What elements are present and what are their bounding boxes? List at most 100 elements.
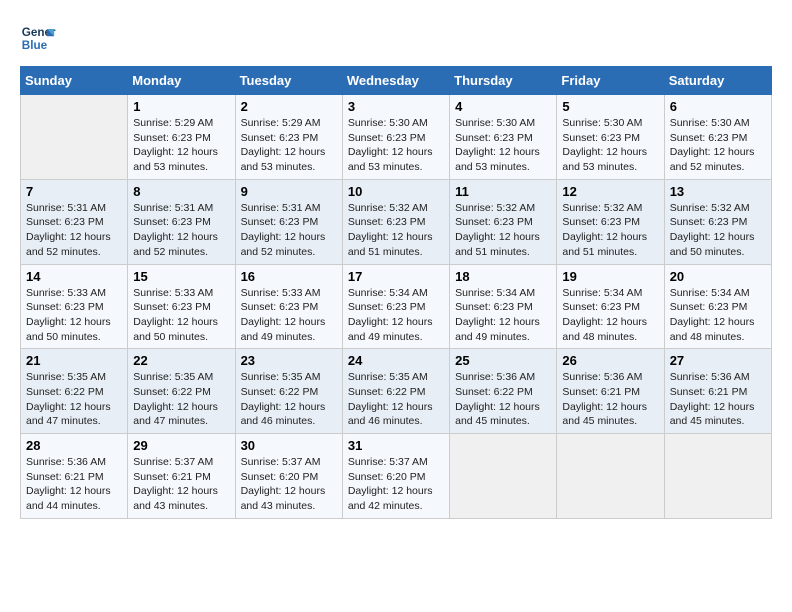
day-cell: 27 Sunrise: 5:36 AM Sunset: 6:21 PM Dayli…: [664, 349, 771, 434]
day-number: 24: [348, 353, 444, 368]
day-cell: 3Sunrise: 5:30 AM Sunset: 6:23 PM Daylig…: [342, 95, 449, 180]
day-cell: 21Sunrise: 5:35 AM Sunset: 6:22 PM Dayli…: [21, 349, 128, 434]
day-cell: 11 Sunrise: 5:32 AM Sunset: 6:23 PM Dayli…: [450, 179, 557, 264]
cell-info: Sunrise: 5:36 AM Sunset: 6:21 PM Dayligh…: [562, 370, 658, 429]
cell-info: Sunrise: 5:34 AM Sunset: 6:23 PM Dayligh…: [562, 286, 658, 345]
cell-info: Sunrise: 5:37 AM Sunset: 6:20 PM Dayligh…: [241, 455, 337, 514]
day-number: 2: [241, 99, 337, 114]
week-row-3: 14 Sunrise: 5:33 AM Sunset: 6:23 PM Dayli…: [21, 264, 772, 349]
day-number: 30: [241, 438, 337, 453]
cell-info: Sunrise: 5:35 AM Sunset: 6:22 PM Dayligh…: [348, 370, 444, 429]
cell-info: Sunrise: 5:32 AM Sunset: 6:23 PM Dayligh…: [455, 201, 551, 260]
day-number: 8: [133, 184, 229, 199]
day-number: 25: [455, 353, 551, 368]
cell-info: Sunrise: 5:33 AM Sunset: 6:23 PM Dayligh…: [133, 286, 229, 345]
cell-info: Sunrise: 5:30 AM Sunset: 6:23 PM Dayligh…: [348, 116, 444, 175]
day-cell: 15 Sunrise: 5:33 AM Sunset: 6:23 PM Dayli…: [128, 264, 235, 349]
day-cell: 26 Sunrise: 5:36 AM Sunset: 6:21 PM Dayli…: [557, 349, 664, 434]
cell-info: Sunrise: 5:34 AM Sunset: 6:23 PM Dayligh…: [670, 286, 766, 345]
cell-info: Sunrise: 5:33 AM Sunset: 6:23 PM Dayligh…: [26, 286, 122, 345]
cell-info: Sunrise: 5:31 AM Sunset: 6:23 PM Dayligh…: [241, 201, 337, 260]
cell-info: Sunrise: 5:31 AM Sunset: 6:23 PM Dayligh…: [26, 201, 122, 260]
week-row-1: 1 Sunrise: 5:29 AM Sunset: 6:23 PM Daylig…: [21, 95, 772, 180]
day-number: 19: [562, 269, 658, 284]
cell-info: Sunrise: 5:34 AM Sunset: 6:23 PM Dayligh…: [348, 286, 444, 345]
col-header-thursday: Thursday: [450, 67, 557, 95]
cell-info: Sunrise: 5:36 AM Sunset: 6:21 PM Dayligh…: [670, 370, 766, 429]
cell-info: Sunrise: 5:32 AM Sunset: 6:23 PM Dayligh…: [348, 201, 444, 260]
day-cell: 5 Sunrise: 5:30 AM Sunset: 6:23 PM Daylig…: [557, 95, 664, 180]
day-number: 4: [455, 99, 551, 114]
col-header-saturday: Saturday: [664, 67, 771, 95]
logo-icon: General Blue: [20, 20, 56, 56]
day-number: 22: [133, 353, 229, 368]
day-cell: 30 Sunrise: 5:37 AM Sunset: 6:20 PM Dayli…: [235, 434, 342, 519]
day-cell: [21, 95, 128, 180]
day-cell: 25 Sunrise: 5:36 AM Sunset: 6:22 PM Dayli…: [450, 349, 557, 434]
day-number: 20: [670, 269, 766, 284]
day-number: 9: [241, 184, 337, 199]
day-cell: 2Sunrise: 5:29 AM Sunset: 6:23 PM Daylig…: [235, 95, 342, 180]
day-number: 18: [455, 269, 551, 284]
day-cell: 19 Sunrise: 5:34 AM Sunset: 6:23 PM Dayli…: [557, 264, 664, 349]
day-number: 13: [670, 184, 766, 199]
cell-info: Sunrise: 5:35 AM Sunset: 6:22 PM Dayligh…: [133, 370, 229, 429]
cell-info: Sunrise: 5:35 AM Sunset: 6:22 PM Dayligh…: [241, 370, 337, 429]
day-cell: 29 Sunrise: 5:37 AM Sunset: 6:21 PM Dayli…: [128, 434, 235, 519]
day-cell: 17 Sunrise: 5:34 AM Sunset: 6:23 PM Dayli…: [342, 264, 449, 349]
logo: General Blue: [20, 20, 56, 56]
day-number: 10: [348, 184, 444, 199]
cell-info: Sunrise: 5:30 AM Sunset: 6:23 PM Dayligh…: [562, 116, 658, 175]
day-cell: [664, 434, 771, 519]
day-number: 11: [455, 184, 551, 199]
col-header-sunday: Sunday: [21, 67, 128, 95]
col-header-friday: Friday: [557, 67, 664, 95]
day-number: 27: [670, 353, 766, 368]
day-number: 14: [26, 269, 122, 284]
day-number: 16: [241, 269, 337, 284]
day-number: 26: [562, 353, 658, 368]
cell-info: Sunrise: 5:37 AM Sunset: 6:21 PM Dayligh…: [133, 455, 229, 514]
day-cell: 6Sunrise: 5:30 AM Sunset: 6:23 PM Daylig…: [664, 95, 771, 180]
cell-info: Sunrise: 5:32 AM Sunset: 6:23 PM Dayligh…: [670, 201, 766, 260]
day-number: 29: [133, 438, 229, 453]
day-cell: 31Sunrise: 5:37 AM Sunset: 6:20 PM Dayli…: [342, 434, 449, 519]
day-cell: 13 Sunrise: 5:32 AM Sunset: 6:23 PM Dayli…: [664, 179, 771, 264]
day-cell: 12Sunrise: 5:32 AM Sunset: 6:23 PM Dayli…: [557, 179, 664, 264]
cell-info: Sunrise: 5:31 AM Sunset: 6:23 PM Dayligh…: [133, 201, 229, 260]
day-cell: 7 Sunrise: 5:31 AM Sunset: 6:23 PM Daylig…: [21, 179, 128, 264]
day-number: 5: [562, 99, 658, 114]
day-cell: 28Sunrise: 5:36 AM Sunset: 6:21 PM Dayli…: [21, 434, 128, 519]
day-cell: 18 Sunrise: 5:34 AM Sunset: 6:23 PM Dayli…: [450, 264, 557, 349]
day-number: 1: [133, 99, 229, 114]
header: General Blue: [20, 20, 772, 56]
day-cell: 9 Sunrise: 5:31 AM Sunset: 6:23 PM Daylig…: [235, 179, 342, 264]
day-cell: 22 Sunrise: 5:35 AM Sunset: 6:22 PM Dayli…: [128, 349, 235, 434]
week-row-4: 21Sunrise: 5:35 AM Sunset: 6:22 PM Dayli…: [21, 349, 772, 434]
week-row-5: 28Sunrise: 5:36 AM Sunset: 6:21 PM Dayli…: [21, 434, 772, 519]
day-cell: [557, 434, 664, 519]
svg-text:Blue: Blue: [22, 39, 48, 52]
day-number: 15: [133, 269, 229, 284]
day-cell: 14 Sunrise: 5:33 AM Sunset: 6:23 PM Dayli…: [21, 264, 128, 349]
day-cell: 10 Sunrise: 5:32 AM Sunset: 6:23 PM Dayli…: [342, 179, 449, 264]
day-number: 28: [26, 438, 122, 453]
week-row-2: 7 Sunrise: 5:31 AM Sunset: 6:23 PM Daylig…: [21, 179, 772, 264]
day-cell: 16Sunrise: 5:33 AM Sunset: 6:23 PM Dayli…: [235, 264, 342, 349]
cell-info: Sunrise: 5:29 AM Sunset: 6:23 PM Dayligh…: [133, 116, 229, 175]
col-header-monday: Monday: [128, 67, 235, 95]
day-cell: 1 Sunrise: 5:29 AM Sunset: 6:23 PM Daylig…: [128, 95, 235, 180]
cell-info: Sunrise: 5:34 AM Sunset: 6:23 PM Dayligh…: [455, 286, 551, 345]
col-header-tuesday: Tuesday: [235, 67, 342, 95]
header-row: SundayMondayTuesdayWednesdayThursdayFrid…: [21, 67, 772, 95]
day-number: 7: [26, 184, 122, 199]
calendar-table: SundayMondayTuesdayWednesdayThursdayFrid…: [20, 66, 772, 519]
day-cell: 8 Sunrise: 5:31 AM Sunset: 6:23 PM Daylig…: [128, 179, 235, 264]
day-number: 31: [348, 438, 444, 453]
day-cell: 20 Sunrise: 5:34 AM Sunset: 6:23 PM Dayli…: [664, 264, 771, 349]
day-number: 12: [562, 184, 658, 199]
day-number: 17: [348, 269, 444, 284]
day-number: 6: [670, 99, 766, 114]
cell-info: Sunrise: 5:36 AM Sunset: 6:22 PM Dayligh…: [455, 370, 551, 429]
day-cell: 24 Sunrise: 5:35 AM Sunset: 6:22 PM Dayli…: [342, 349, 449, 434]
